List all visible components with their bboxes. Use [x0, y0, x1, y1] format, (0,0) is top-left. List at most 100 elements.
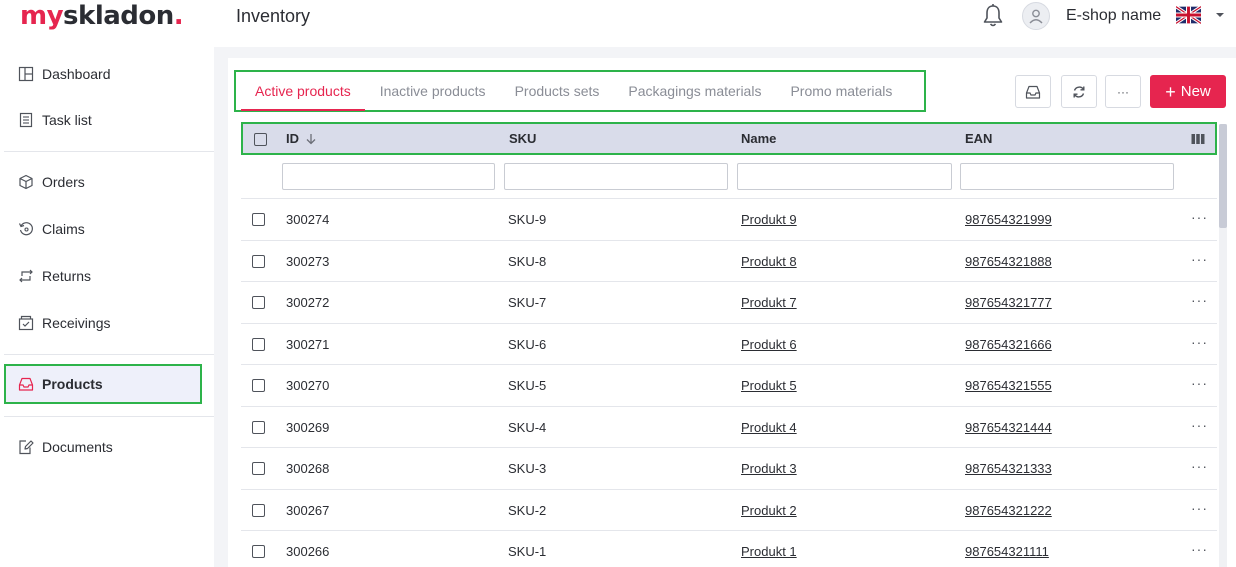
row-checkbox[interactable] [252, 379, 265, 392]
inbox-button[interactable] [1015, 75, 1051, 108]
sidebar-item-label: Returns [42, 268, 92, 284]
user-avatar[interactable] [1022, 2, 1050, 30]
cell-name-link[interactable]: Produkt 3 [741, 461, 797, 476]
cell-id: 300269 [286, 419, 330, 435]
tab-products-sets[interactable]: Products sets [501, 72, 614, 110]
row-checkbox[interactable] [252, 420, 265, 434]
filter-row [241, 155, 1217, 199]
filter-name-input[interactable] [737, 163, 952, 190]
cell-ean-link[interactable]: 987654321444 [965, 420, 1052, 435]
filter-id-input[interactable] [282, 163, 495, 190]
cell-name-link[interactable]: Produkt 6 [741, 337, 797, 352]
sort-down-arrow-icon [306, 133, 316, 144]
sidebar-item-products[interactable]: Products [4, 364, 202, 404]
row-checkbox[interactable] [252, 213, 265, 226]
scrollbar-thumb[interactable] [1219, 124, 1227, 228]
sidebar-item-returns[interactable]: Returns [4, 256, 202, 296]
more-actions-button[interactable]: ··· [1105, 75, 1141, 108]
column-header-name[interactable]: Name [741, 131, 776, 146]
row-checkbox[interactable] [252, 545, 265, 558]
cell-name-link[interactable]: Produkt 5 [741, 378, 797, 393]
row-checkbox[interactable] [252, 503, 265, 517]
sidebar-divider [4, 354, 214, 355]
row-checkbox[interactable] [252, 462, 265, 475]
document-edit-icon [19, 440, 34, 455]
table-row[interactable]: 300269 SKU-4 Produkt 4 987654321444 ··· [241, 407, 1217, 448]
sidebar: Dashboard Task list Orders Claims Return… [0, 47, 214, 567]
tab-active-products[interactable]: Active products [241, 73, 365, 111]
cell-name-link[interactable]: Produkt 8 [741, 254, 797, 269]
row-checkbox[interactable] [252, 337, 265, 351]
cell-ean-link[interactable]: 987654321333 [965, 461, 1052, 476]
new-product-button[interactable]: + New [1150, 75, 1226, 108]
cell-name-link[interactable]: Produkt 9 [741, 212, 797, 227]
cell-ean-link[interactable]: 987654321222 [965, 503, 1052, 518]
cell-ean-link[interactable]: 987654321999 [965, 212, 1052, 227]
table-row[interactable]: 300272 SKU-7 Produkt 7 987654321777 ··· [241, 282, 1217, 324]
sidebar-item-label: Dashboard [42, 66, 111, 82]
cell-ean-link[interactable]: 987654321777 [965, 295, 1052, 310]
cell-name-link[interactable]: Produkt 1 [741, 544, 797, 559]
table-row[interactable]: 300271 SKU-6 Produkt 6 987654321666 ··· [241, 324, 1217, 365]
table-row[interactable]: 300267 SKU-2 Produkt 2 987654321222 ··· [241, 490, 1217, 531]
sidebar-item-claims[interactable]: Claims [4, 209, 202, 249]
shop-name[interactable]: E-shop name [1066, 7, 1161, 25]
row-more-icon[interactable]: ··· [1191, 209, 1208, 225]
cell-id: 300266 [286, 544, 330, 559]
cell-name-link[interactable]: Produkt 4 [741, 420, 797, 435]
table-row[interactable]: 300274 SKU-9 Produkt 9 987654321999 ··· [241, 199, 1217, 241]
row-more-icon[interactable]: ··· [1191, 334, 1208, 350]
table-row[interactable]: 300266 SKU-1 Produkt 1 987654321111 ··· [241, 531, 1217, 567]
table-row[interactable]: 300270 SKU-5 Produkt 5 987654321555 ··· [241, 365, 1217, 407]
column-label: ID [286, 131, 299, 146]
sidebar-item-documents[interactable]: Documents [4, 427, 202, 467]
cell-ean-link[interactable]: 987654321555 [965, 378, 1052, 393]
column-header-id[interactable]: ID [286, 131, 317, 146]
row-more-icon[interactable]: ··· [1191, 251, 1208, 267]
table-row[interactable]: 300273 SKU-8 Produkt 8 987654321888 ··· [241, 241, 1217, 282]
row-more-icon[interactable]: ··· [1191, 458, 1208, 474]
row-more-icon[interactable]: ··· [1191, 375, 1208, 391]
sidebar-item-task-list[interactable]: Task list [4, 100, 202, 140]
page-title: Inventory [236, 6, 311, 26]
row-more-icon[interactable]: ··· [1191, 292, 1208, 308]
columns-settings-icon[interactable] [1191, 133, 1205, 145]
cell-name-link[interactable]: Produkt 2 [741, 503, 797, 518]
refresh-button[interactable] [1061, 75, 1097, 108]
cell-id: 300268 [286, 461, 330, 476]
tab-inactive-products[interactable]: Inactive products [366, 72, 500, 110]
uk-flag-icon[interactable] [1176, 6, 1201, 24]
cell-sku: SKU-9 [508, 212, 547, 227]
sidebar-item-receivings[interactable]: Receivings [4, 303, 202, 343]
table-scrollbar[interactable] [1219, 124, 1227, 567]
bell-icon[interactable] [981, 3, 1005, 29]
column-header-sku[interactable]: SKU [509, 131, 536, 146]
filter-sku-input[interactable] [504, 163, 728, 190]
filter-ean-input[interactable] [960, 163, 1174, 190]
row-more-icon[interactable]: ··· [1191, 417, 1208, 433]
row-more-icon[interactable]: ··· [1191, 541, 1208, 557]
box-icon [19, 174, 33, 190]
row-checkbox[interactable] [252, 254, 265, 268]
cell-ean-link[interactable]: 987654321888 [965, 254, 1052, 269]
logo-part-skladon: skladon [63, 1, 174, 31]
chevron-down-icon[interactable] [1214, 10, 1226, 20]
select-all-checkbox[interactable] [254, 133, 267, 146]
cell-id: 300271 [286, 336, 330, 352]
cell-name-link[interactable]: Produkt 7 [741, 295, 797, 310]
returns-icon [19, 269, 33, 283]
sidebar-item-label: Task list [42, 112, 92, 128]
cell-ean-link[interactable]: 987654321111 [965, 544, 1049, 559]
tab-promo-materials[interactable]: Promo materials [776, 72, 906, 110]
row-more-icon[interactable]: ··· [1191, 500, 1208, 516]
sidebar-item-dashboard[interactable]: Dashboard [4, 54, 202, 94]
column-header-ean[interactable]: EAN [965, 131, 992, 146]
cell-ean-link[interactable]: 987654321666 [965, 337, 1052, 352]
table-row[interactable]: 300268 SKU-3 Produkt 3 987654321333 ··· [241, 448, 1217, 490]
tab-packagings-materials[interactable]: Packagings materials [614, 72, 775, 110]
inbox-icon [1025, 85, 1041, 99]
row-checkbox[interactable] [252, 296, 265, 309]
sidebar-item-label: Products [42, 376, 103, 392]
sidebar-item-orders[interactable]: Orders [4, 162, 202, 202]
logo[interactable]: myskladon. [20, 1, 184, 31]
